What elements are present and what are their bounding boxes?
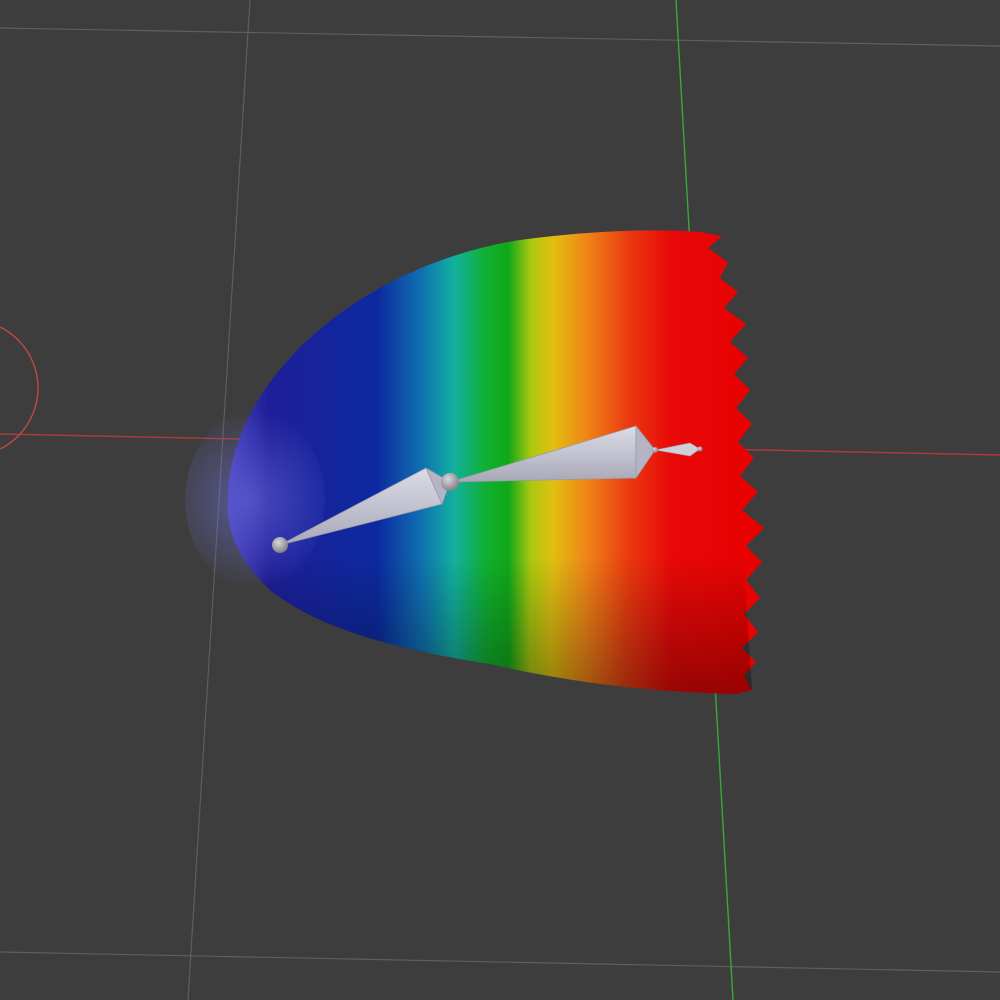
bone-1-head-joint[interactable]	[272, 537, 288, 553]
bone-3-head-joint[interactable]	[652, 447, 658, 453]
grid-line	[0, 27, 1000, 47]
bone-3-tail-joint[interactable]	[697, 446, 703, 452]
grid-line	[0, 951, 1000, 973]
bone-2-head-joint[interactable]	[441, 473, 459, 491]
viewport-canvas[interactable]	[0, 0, 1000, 1000]
object-origin-circle-icon[interactable]	[0, 320, 39, 456]
weight-paint-mesh[interactable]	[185, 230, 764, 694]
mesh-highlight	[185, 410, 325, 590]
3d-viewport[interactable]	[0, 0, 1000, 1000]
